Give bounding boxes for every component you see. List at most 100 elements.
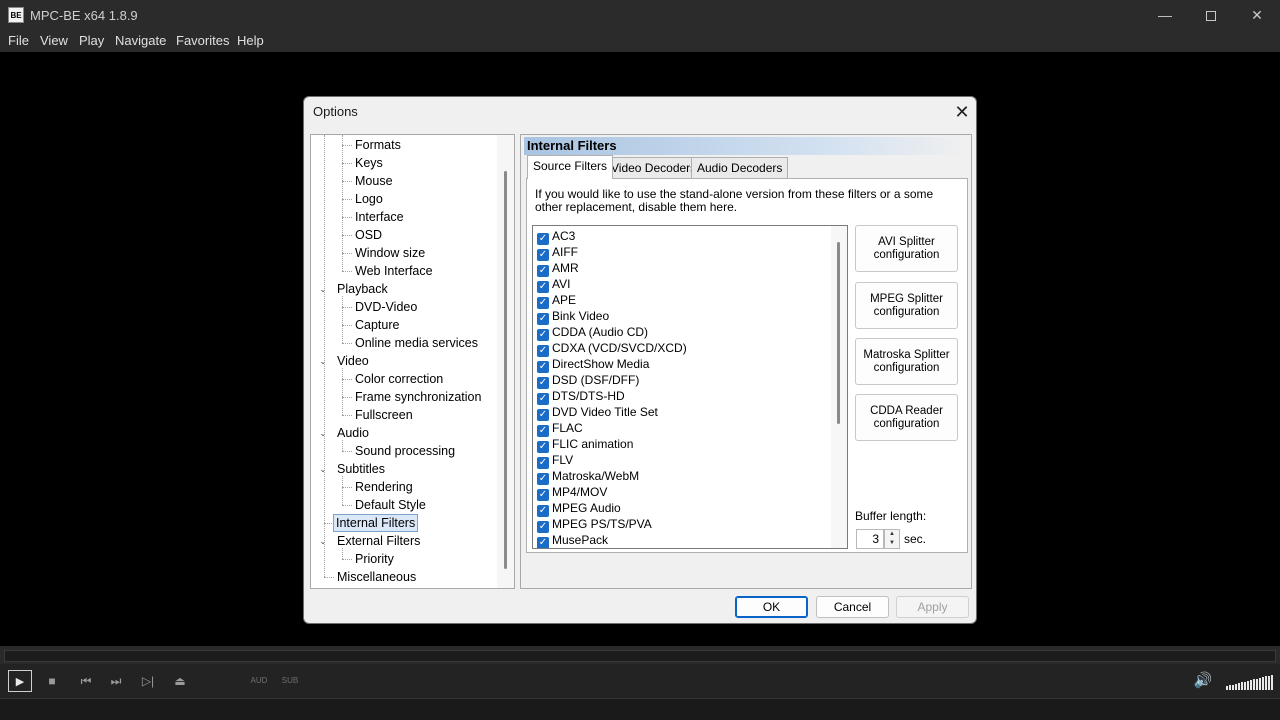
- tree-item[interactable]: Keys: [355, 154, 383, 172]
- menu-play[interactable]: Play: [79, 33, 104, 48]
- buffer-length-spinner[interactable]: ▲ ▼: [884, 529, 900, 549]
- filter-row[interactable]: ✓ FLIC animation: [537, 436, 633, 453]
- tree-item[interactable]: External Filters: [337, 532, 420, 550]
- filter-row[interactable]: ✓ CDXA (VCD/SVCD/XCD): [537, 340, 687, 357]
- expand-chevron-icon[interactable]: ⌄: [317, 424, 329, 442]
- expand-chevron-icon[interactable]: ⌄: [317, 352, 329, 370]
- spin-up-icon[interactable]: ▲: [885, 530, 899, 539]
- tree-scroll-thumb[interactable]: [504, 171, 507, 569]
- hint-text: If you would like to use the stand-alone…: [535, 187, 934, 214]
- menu-view[interactable]: View: [40, 33, 68, 48]
- volume-bar: [1229, 685, 1231, 690]
- audio-track-button[interactable]: AUD: [248, 670, 270, 692]
- tree-item[interactable]: Miscellaneous: [337, 568, 416, 586]
- tree-item[interactable]: OSD: [355, 226, 382, 244]
- filter-row[interactable]: ✓ AC3: [537, 228, 575, 245]
- tree-item[interactable]: Internal Filters: [333, 514, 419, 532]
- tab-source-filters[interactable]: Source Filters: [527, 155, 614, 179]
- tree-item[interactable]: Formats: [355, 136, 401, 154]
- tab-video-decoders[interactable]: Video Decoders: [605, 157, 703, 178]
- tree-item[interactable]: Sound processing: [355, 442, 455, 460]
- spin-down-icon[interactable]: ▼: [885, 539, 899, 548]
- expand-chevron-icon[interactable]: ⌄: [317, 532, 329, 550]
- filter-list-scroll-thumb[interactable]: [837, 242, 840, 424]
- eject-button[interactable]: ⏏: [170, 670, 190, 692]
- ok-button[interactable]: OK: [735, 596, 808, 618]
- expand-chevron-icon[interactable]: ⌄: [317, 280, 329, 298]
- filter-checkbox[interactable]: ✓: [537, 537, 549, 548]
- subtitle-track-button[interactable]: SUB: [279, 670, 301, 692]
- stop-button[interactable]: ■: [42, 670, 62, 692]
- buffer-length-input[interactable]: 3: [856, 529, 884, 549]
- filter-row[interactable]: ✓ Matroska/WebM: [537, 468, 639, 485]
- filter-row[interactable]: ✓ AMR: [537, 260, 579, 277]
- avi-splitter-config-button[interactable]: AVI Splitter configuration: [855, 225, 958, 272]
- cancel-button[interactable]: Cancel: [816, 596, 889, 618]
- expand-chevron-icon[interactable]: ⌄: [317, 460, 329, 478]
- dialog-close-button[interactable]: ✕: [950, 101, 974, 123]
- cdda-reader-config-button[interactable]: CDDA Reader configuration: [855, 394, 958, 441]
- mute-button[interactable]: 🔊: [1192, 670, 1214, 692]
- tree-item[interactable]: Playback: [337, 280, 388, 298]
- tree-connector: [342, 253, 352, 254]
- tree-item[interactable]: Color correction: [355, 370, 443, 388]
- seek-bar[interactable]: [0, 646, 1280, 664]
- minimize-button[interactable]: —: [1142, 0, 1188, 30]
- menu-favorites[interactable]: Favorites: [176, 33, 229, 48]
- tree-item[interactable]: Priority: [355, 550, 394, 568]
- filter-row[interactable]: ✓ DTS/DTS-HD: [537, 388, 625, 405]
- filter-row[interactable]: ✓ MusePack: [537, 532, 608, 548]
- tree-item[interactable]: Mouse: [355, 172, 393, 190]
- frame-step-button[interactable]: ▷|: [138, 670, 158, 692]
- tree-item[interactable]: Fullscreen: [355, 406, 413, 424]
- filter-row[interactable]: ✓ CDDA (Audio CD): [537, 324, 648, 341]
- tab-audio-decoders[interactable]: Audio Decoders: [691, 157, 789, 178]
- next-button[interactable]: ⏭: [106, 670, 126, 692]
- menu-help[interactable]: Help: [237, 33, 264, 48]
- filter-row[interactable]: ✓ MP4/MOV: [537, 484, 607, 501]
- filter-row[interactable]: ✓ APE: [537, 292, 576, 309]
- filter-label: MPEG Audio: [552, 501, 621, 515]
- maximize-button[interactable]: [1188, 0, 1234, 30]
- tree-scrollbar[interactable]: [497, 135, 514, 588]
- previous-button[interactable]: ⏮: [76, 670, 96, 692]
- filter-row[interactable]: ✓ FLAC: [537, 420, 583, 437]
- tree-item[interactable]: Interface: [355, 208, 404, 226]
- tree-item[interactable]: Web Interface: [355, 262, 433, 280]
- filter-row[interactable]: ✓ DVD Video Title Set: [537, 404, 658, 421]
- volume-bar: [1265, 676, 1267, 690]
- play-button[interactable]: ▶: [8, 670, 32, 692]
- tree-guide: [342, 476, 343, 505]
- filter-label: AMR: [552, 261, 579, 275]
- stop-icon: ■: [48, 674, 56, 688]
- tree-item[interactable]: Rendering: [355, 478, 413, 496]
- filter-row[interactable]: ✓ Bink Video: [537, 308, 609, 325]
- tree-item[interactable]: Frame synchronization: [355, 388, 481, 406]
- filter-row[interactable]: ✓ AVI: [537, 276, 570, 293]
- tree-item[interactable]: Logo: [355, 190, 383, 208]
- filter-list-scrollbar[interactable]: [831, 226, 847, 548]
- volume-slider[interactable]: [1226, 674, 1273, 690]
- filter-row[interactable]: ✓ MPEG PS/TS/PVA: [537, 516, 652, 533]
- filter-row[interactable]: ✓ DirectShow Media: [537, 356, 649, 373]
- tree-item[interactable]: Default Style: [355, 496, 426, 514]
- tree-item[interactable]: Subtitles: [337, 460, 385, 478]
- filter-row[interactable]: ✓ MPEG Audio: [537, 500, 621, 517]
- menu-navigate[interactable]: Navigate: [115, 33, 166, 48]
- matroska-splitter-config-button[interactable]: Matroska Splitter configuration: [855, 338, 958, 385]
- apply-button[interactable]: Apply: [896, 596, 969, 618]
- volume-bar: [1271, 674, 1273, 690]
- seek-track[interactable]: [4, 650, 1276, 662]
- tree-item[interactable]: Online media services: [355, 334, 478, 352]
- tree-item[interactable]: Window size: [355, 244, 425, 262]
- maximize-icon: [1206, 11, 1216, 22]
- filter-row[interactable]: ✓ FLV: [537, 452, 573, 469]
- mpeg-splitter-config-button[interactable]: MPEG Splitter configuration: [855, 282, 958, 329]
- tree-connector: [342, 307, 352, 308]
- filter-row[interactable]: ✓ DSD (DSF/DFF): [537, 372, 639, 389]
- filter-row[interactable]: ✓ AIFF: [537, 244, 578, 261]
- tree-item[interactable]: Capture: [355, 316, 399, 334]
- close-window-button[interactable]: ✕: [1234, 0, 1280, 30]
- tree-item[interactable]: DVD-Video: [355, 298, 417, 316]
- menu-file[interactable]: File: [8, 33, 29, 48]
